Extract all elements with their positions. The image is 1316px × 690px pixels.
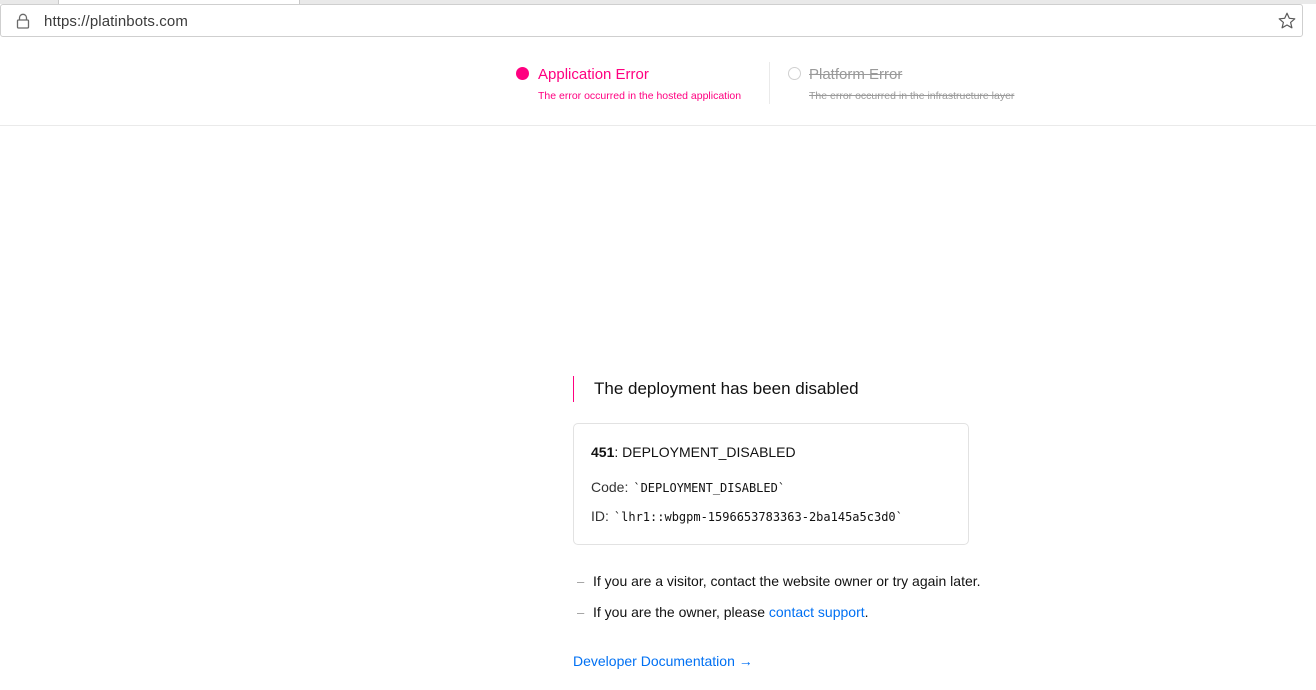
dash-bullet: – <box>577 574 585 589</box>
star-icon[interactable] <box>1277 11 1297 31</box>
header-divider <box>769 62 770 104</box>
platform-error-title: Platform Error <box>809 66 903 83</box>
id-value: `lhr1::wbgpm-1596653783363-2ba145a5c3d0` <box>613 510 903 524</box>
application-error-title: Application Error <box>538 66 649 83</box>
error-code-row: Code: `DEPLOYMENT_DISABLED` <box>591 479 785 495</box>
status-text: : DEPLOYMENT_DISABLED <box>614 444 796 460</box>
status-code: 451 <box>591 444 615 460</box>
contact-support-link[interactable]: contact support <box>769 604 865 620</box>
active-dot-icon <box>516 67 529 80</box>
error-status: 451: DEPLOYMENT_DISABLED <box>591 444 796 460</box>
error-id-row: ID: `lhr1::wbgpm-1596653783363-2ba145a5c3… <box>591 508 903 524</box>
visitor-hint: If you are a visitor, contact the websit… <box>593 573 981 589</box>
owner-hint: If you are the owner, please contact sup… <box>593 604 869 620</box>
owner-hint-text: If you are the owner, please <box>593 604 769 620</box>
owner-hint-period: . <box>864 604 869 620</box>
dash-bullet: – <box>577 605 585 620</box>
code-label: Code: <box>591 479 629 495</box>
hint-list: – If you are a visitor, contact the webs… <box>577 573 981 635</box>
url-text[interactable]: https://platinbots.com <box>44 13 188 30</box>
error-type-header: Application Error The error occurred in … <box>0 40 1316 126</box>
developer-documentation-link[interactable]: Developer Documentation → <box>573 653 753 669</box>
platform-error-subtitle: The error occurred in the infrastructure… <box>809 90 1015 102</box>
list-item: – If you are a visitor, contact the webs… <box>577 573 981 604</box>
inactive-circle-icon <box>788 67 801 80</box>
lock-icon[interactable] <box>16 13 30 29</box>
page-title: The deployment has been disabled <box>573 376 973 402</box>
address-bar[interactable]: https://platinbots.com <box>0 4 1303 37</box>
application-error-subtitle: The error occurred in the hosted applica… <box>538 90 742 102</box>
list-item: – If you are the owner, please contact s… <box>577 604 977 635</box>
error-details-card: 451: DEPLOYMENT_DISABLED Code: `DEPLOYMEN… <box>573 423 969 545</box>
code-value: `DEPLOYMENT_DISABLED` <box>633 481 786 495</box>
id-label: ID: <box>591 508 609 524</box>
error-content: The deployment has been disabled 451: DE… <box>573 376 981 669</box>
